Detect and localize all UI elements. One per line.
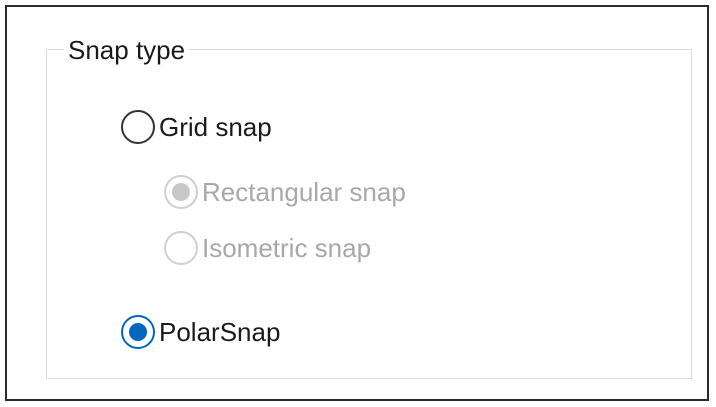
dialog-panel: Snap type Grid snap Rectangular snap Iso… bbox=[5, 5, 709, 401]
snap-type-groupbox: Snap type Grid snap Rectangular snap Iso… bbox=[46, 34, 692, 379]
isometric-snap-label: Isometric snap bbox=[202, 233, 372, 263]
polarsnap-label: PolarSnap bbox=[159, 317, 281, 347]
snap-type-legend: Snap type bbox=[64, 34, 190, 66]
rectangular-snap-option[interactable]: Rectangular snap bbox=[164, 175, 406, 209]
rectangular-snap-label: Rectangular snap bbox=[202, 177, 406, 207]
grid-snap-radio[interactable] bbox=[121, 110, 155, 144]
grid-snap-label: Grid snap bbox=[159, 112, 272, 142]
polarsnap-option[interactable]: PolarSnap bbox=[121, 315, 280, 349]
grid-snap-option[interactable]: Grid snap bbox=[121, 110, 272, 144]
polarsnap-radio[interactable] bbox=[121, 315, 155, 349]
isometric-snap-option[interactable]: Isometric snap bbox=[164, 231, 371, 265]
isometric-snap-radio[interactable] bbox=[164, 231, 198, 265]
rectangular-snap-radio[interactable] bbox=[164, 175, 198, 209]
